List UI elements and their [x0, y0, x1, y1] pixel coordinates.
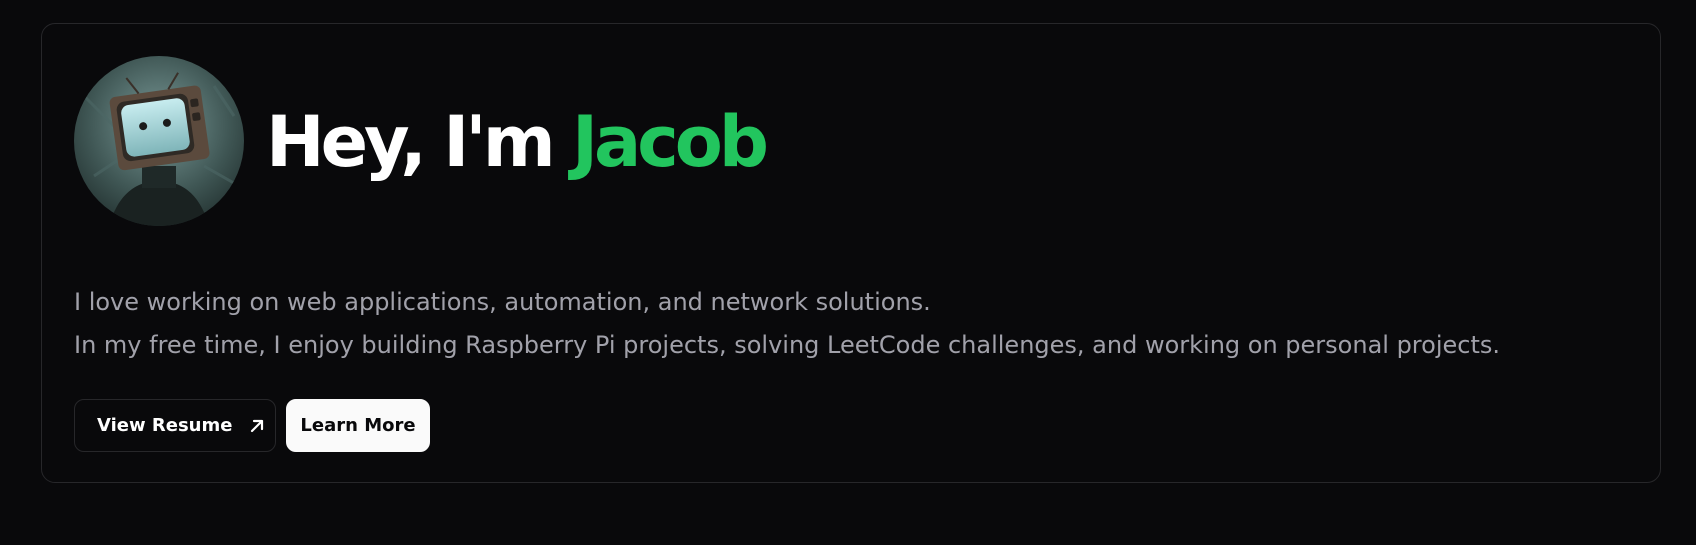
arrow-up-right-icon [248, 417, 266, 435]
bio-line-1: I love working on web applications, auto… [74, 288, 931, 316]
hero-card [41, 23, 1661, 483]
learn-more-button[interactable]: Learn More [286, 399, 430, 452]
page-title: Hey, I'm Jacob [266, 96, 769, 188]
view-resume-label: View Resume [97, 415, 233, 436]
tv-head-portrait-icon [74, 56, 244, 226]
view-resume-button[interactable]: View Resume [74, 399, 276, 452]
name-highlight: Jacob [572, 101, 769, 183]
bio-line-2: In my free time, I enjoy building Raspbe… [74, 331, 1500, 359]
greeting-text: Hey, I'm [266, 101, 556, 183]
learn-more-label: Learn More [300, 415, 416, 436]
avatar [74, 56, 244, 226]
page: Hey, I'm Jacob I love working on web app… [0, 0, 1696, 545]
